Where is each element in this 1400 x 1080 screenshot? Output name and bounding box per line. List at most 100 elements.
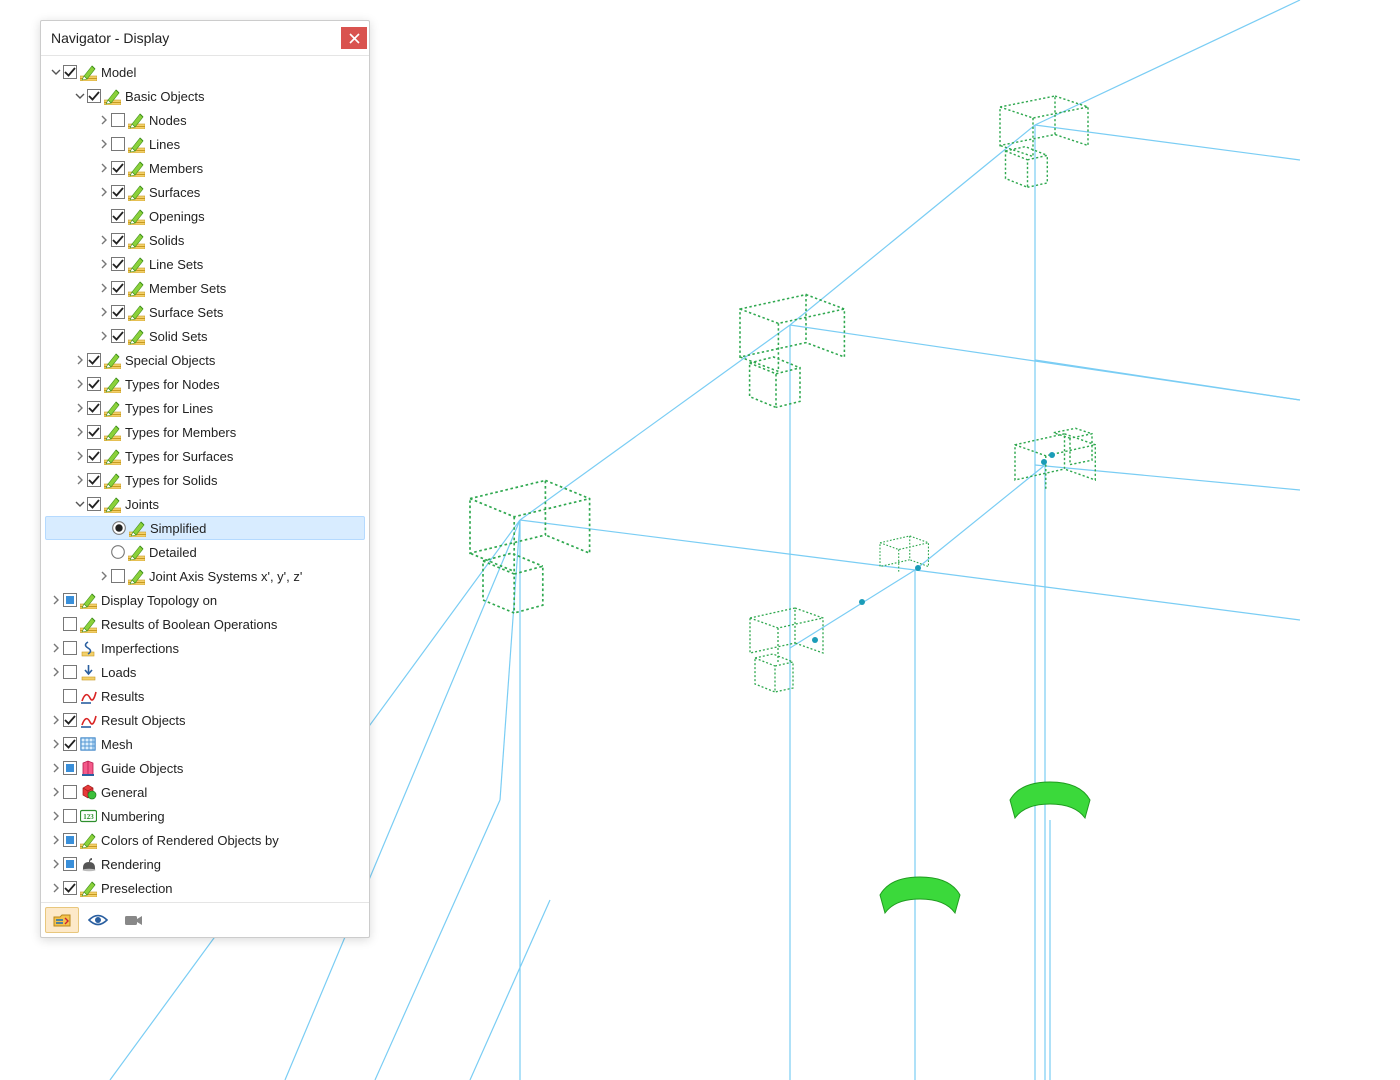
checkbox-mesh[interactable] — [63, 737, 77, 751]
twisty-membersets[interactable] — [97, 283, 111, 293]
twisty-general[interactable] — [49, 787, 63, 797]
footer-tab-camera[interactable] — [117, 907, 151, 933]
tree-item-nodes[interactable]: Nodes — [45, 108, 365, 132]
footer-tab-project[interactable] — [45, 907, 79, 933]
checkbox-general[interactable] — [63, 785, 77, 799]
tree-item-surfacesets[interactable]: Surface Sets — [45, 300, 365, 324]
tree-item-tnodes[interactable]: Types for Nodes — [45, 372, 365, 396]
twisty-tsurfaces[interactable] — [73, 451, 87, 461]
display-tree[interactable]: ModelBasic ObjectsNodesLinesMembersSurfa… — [41, 56, 369, 902]
tree-item-robj[interactable]: Result Objects — [45, 708, 365, 732]
checkbox-rendering[interactable] — [63, 857, 77, 871]
twisty-topo[interactable] — [49, 595, 63, 605]
tree-item-tlines[interactable]: Types for Lines — [45, 396, 365, 420]
checkbox-robj[interactable] — [63, 713, 77, 727]
checkbox-basic[interactable] — [87, 89, 101, 103]
checkbox-jointaxis[interactable] — [111, 569, 125, 583]
twisty-solids[interactable] — [97, 235, 111, 245]
twisty-presel[interactable] — [49, 883, 63, 893]
twisty-loads[interactable] — [49, 667, 63, 677]
checkbox-tnodes[interactable] — [87, 377, 101, 391]
twisty-members[interactable] — [97, 163, 111, 173]
tree-item-members[interactable]: Members — [45, 156, 365, 180]
twisty-nodes[interactable] — [97, 115, 111, 125]
twisty-guide[interactable] — [49, 763, 63, 773]
tree-item-joints[interactable]: Joints — [45, 492, 365, 516]
twisty-rendering[interactable] — [49, 859, 63, 869]
checkbox-tsurfaces[interactable] — [87, 449, 101, 463]
footer-tab-view[interactable] — [81, 907, 115, 933]
tree-item-basic[interactable]: Basic Objects — [45, 84, 365, 108]
checkbox-surfacesets[interactable] — [111, 305, 125, 319]
checkbox-boolres[interactable] — [63, 617, 77, 631]
checkbox-model[interactable] — [63, 65, 77, 79]
tree-item-colors[interactable]: Colors of Rendered Objects by — [45, 828, 365, 852]
checkbox-results[interactable] — [63, 689, 77, 703]
checkbox-nodes[interactable] — [111, 113, 125, 127]
tree-item-guide[interactable]: Guide Objects — [45, 756, 365, 780]
twisty-colors[interactable] — [49, 835, 63, 845]
twisty-mesh[interactable] — [49, 739, 63, 749]
checkbox-tlines[interactable] — [87, 401, 101, 415]
tree-item-loads[interactable]: Loads — [45, 660, 365, 684]
tree-item-detailed[interactable]: Detailed — [45, 540, 365, 564]
tree-item-linesets[interactable]: Line Sets — [45, 252, 365, 276]
checkbox-surfaces[interactable] — [111, 185, 125, 199]
twisty-joints[interactable] — [73, 499, 87, 509]
tree-item-tmembers[interactable]: Types for Members — [45, 420, 365, 444]
checkbox-special[interactable] — [87, 353, 101, 367]
tree-item-solidsets[interactable]: Solid Sets — [45, 324, 365, 348]
tree-item-lines[interactable]: Lines — [45, 132, 365, 156]
tree-item-tsolids[interactable]: Types for Solids — [45, 468, 365, 492]
checkbox-loads[interactable] — [63, 665, 77, 679]
checkbox-solids[interactable] — [111, 233, 125, 247]
tree-item-model[interactable]: Model — [45, 60, 365, 84]
checkbox-imperf[interactable] — [63, 641, 77, 655]
checkbox-solidsets[interactable] — [111, 329, 125, 343]
checkbox-openings[interactable] — [111, 209, 125, 223]
tree-item-results[interactable]: Results — [45, 684, 365, 708]
twisty-numbering[interactable] — [49, 811, 63, 821]
checkbox-membersets[interactable] — [111, 281, 125, 295]
checkbox-guide[interactable] — [63, 761, 77, 775]
checkbox-tsolids[interactable] — [87, 473, 101, 487]
tree-item-imperf[interactable]: Imperfections — [45, 636, 365, 660]
checkbox-topo[interactable] — [63, 593, 77, 607]
twisty-surfacesets[interactable] — [97, 307, 111, 317]
tree-item-mesh[interactable]: Mesh — [45, 732, 365, 756]
twisty-basic[interactable] — [73, 91, 87, 101]
checkbox-numbering[interactable] — [63, 809, 77, 823]
checkbox-joints[interactable] — [87, 497, 101, 511]
twisty-imperf[interactable] — [49, 643, 63, 653]
tree-item-rendering[interactable]: Rendering — [45, 852, 365, 876]
twisty-tlines[interactable] — [73, 403, 87, 413]
tree-item-tsurfaces[interactable]: Types for Surfaces — [45, 444, 365, 468]
tree-item-boolres[interactable]: Results of Boolean Operations — [45, 612, 365, 636]
radio-detailed[interactable] — [111, 545, 125, 559]
tree-item-surfaces[interactable]: Surfaces — [45, 180, 365, 204]
tree-item-jointaxis[interactable]: Joint Axis Systems x', y', z' — [45, 564, 365, 588]
twisty-jointaxis[interactable] — [97, 571, 111, 581]
twisty-surfaces[interactable] — [97, 187, 111, 197]
twisty-tmembers[interactable] — [73, 427, 87, 437]
twisty-solidsets[interactable] — [97, 331, 111, 341]
checkbox-colors[interactable] — [63, 833, 77, 847]
twisty-linesets[interactable] — [97, 259, 111, 269]
twisty-tsolids[interactable] — [73, 475, 87, 485]
tree-item-membersets[interactable]: Member Sets — [45, 276, 365, 300]
radio-simplified[interactable] — [112, 521, 126, 535]
tree-item-numbering[interactable]: Numbering — [45, 804, 365, 828]
tree-item-general[interactable]: General — [45, 780, 365, 804]
checkbox-tmembers[interactable] — [87, 425, 101, 439]
twisty-tnodes[interactable] — [73, 379, 87, 389]
tree-item-solids[interactable]: Solids — [45, 228, 365, 252]
tree-item-topo[interactable]: Display Topology on — [45, 588, 365, 612]
tree-item-special[interactable]: Special Objects — [45, 348, 365, 372]
checkbox-lines[interactable] — [111, 137, 125, 151]
checkbox-presel[interactable] — [63, 881, 77, 895]
checkbox-members[interactable] — [111, 161, 125, 175]
tree-item-presel[interactable]: Preselection — [45, 876, 365, 900]
twisty-special[interactable] — [73, 355, 87, 365]
twisty-robj[interactable] — [49, 715, 63, 725]
checkbox-linesets[interactable] — [111, 257, 125, 271]
